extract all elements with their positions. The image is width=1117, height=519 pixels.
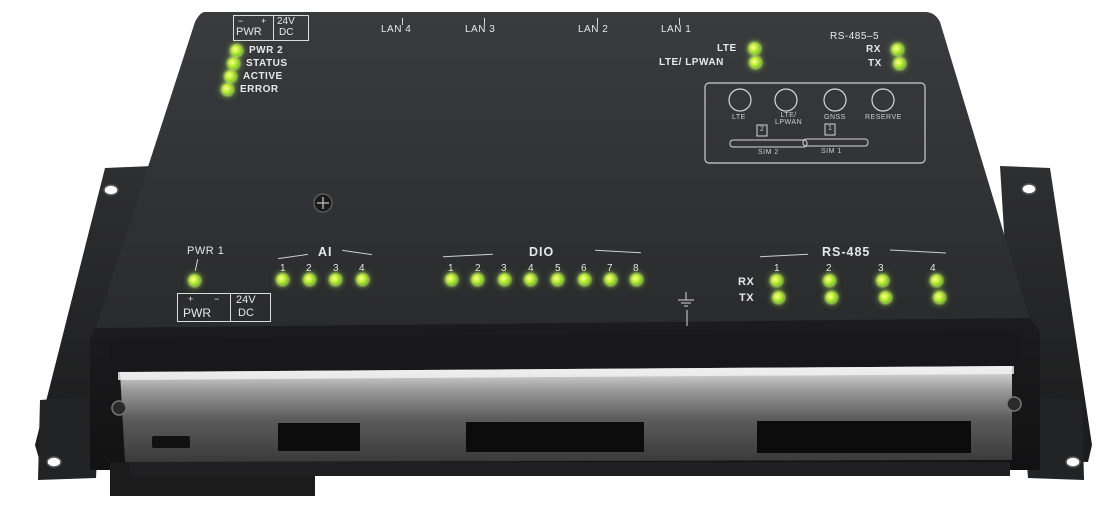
pwr1-label: PWR 1 bbox=[187, 245, 225, 257]
pwr1-dc: DC bbox=[238, 307, 254, 319]
ai-ch2-label: 2 bbox=[306, 263, 313, 274]
dio-title: DIO bbox=[529, 245, 555, 259]
rs485-5-tx-label: TX bbox=[868, 58, 882, 69]
label-pwr2: PWR 2 bbox=[249, 45, 284, 56]
led-lte bbox=[749, 43, 760, 54]
rs485-5-title: RS-485–5 bbox=[830, 31, 880, 42]
rs485-rx-label: RX bbox=[738, 276, 755, 288]
led-rs485-5-rx bbox=[892, 44, 903, 55]
label-status: STATUS bbox=[246, 58, 288, 69]
device-illustration bbox=[35, 12, 1092, 496]
led-dio-8 bbox=[631, 274, 642, 285]
led-rs485-1-rx bbox=[771, 275, 782, 286]
led-rs485-5-tx bbox=[894, 58, 905, 69]
pwr1-divider bbox=[230, 294, 231, 321]
dio-ch5-label: 5 bbox=[555, 263, 562, 274]
mount-hole-icon bbox=[1021, 183, 1037, 195]
led-pwr2 bbox=[231, 45, 242, 56]
ai-ch4-label: 4 bbox=[359, 263, 366, 274]
led-rs485-4-rx bbox=[931, 275, 942, 286]
rs485-title: RS-485 bbox=[822, 245, 871, 259]
dio-ch4-label: 4 bbox=[528, 263, 535, 274]
led-ai-3 bbox=[330, 274, 341, 285]
rs485-ch1-label: 1 bbox=[774, 263, 781, 274]
pwr2-terminal-label: − + PWR 24V DC bbox=[233, 15, 309, 41]
pwr2-volt: 24V bbox=[277, 16, 295, 27]
screw-icon bbox=[111, 400, 127, 416]
led-error bbox=[222, 84, 233, 95]
led-rs485-3-rx bbox=[877, 275, 888, 286]
port-cutout-1 bbox=[278, 423, 360, 451]
pwr2-plus: + bbox=[261, 16, 267, 26]
port-cutout-2 bbox=[466, 422, 644, 452]
label-lte-lpwan: LTE/ LPWAN bbox=[659, 57, 724, 68]
pwr2-divider bbox=[273, 16, 274, 40]
label-error: ERROR bbox=[240, 84, 279, 95]
pwr1-terminal-label: + − PWR 24V DC bbox=[177, 293, 271, 322]
rs485-5-rx-label: RX bbox=[866, 44, 881, 55]
led-rs485-2-rx bbox=[824, 275, 835, 286]
lan3-label: LAN 3 bbox=[465, 24, 496, 35]
dio-ch3-label: 3 bbox=[501, 263, 508, 274]
lan4-label: LAN 4 bbox=[381, 24, 412, 35]
label-active: ACTIVE bbox=[243, 71, 283, 82]
ai-title: AI bbox=[318, 245, 333, 259]
led-dio-3 bbox=[499, 274, 510, 285]
mount-hole-icon bbox=[46, 456, 62, 468]
led-dio-4 bbox=[525, 274, 536, 285]
dio-ch8-label: 8 bbox=[633, 263, 640, 274]
led-rs485-1-tx bbox=[773, 292, 784, 303]
sim1-number: 1 bbox=[828, 125, 833, 132]
antenna-label-lte: LTE bbox=[732, 114, 746, 121]
pwr2-minus: − bbox=[238, 16, 244, 26]
led-pwr1 bbox=[189, 275, 200, 286]
antenna-label-reserve: RESERVE bbox=[865, 114, 902, 121]
pwr1-volt: 24V bbox=[236, 294, 256, 306]
led-lte-lpwan bbox=[750, 57, 761, 68]
lan2-label: LAN 2 bbox=[578, 24, 609, 35]
rs485-ch4-label: 4 bbox=[930, 263, 937, 274]
led-ai-2 bbox=[304, 274, 315, 285]
label-lte: LTE bbox=[717, 43, 737, 54]
ai-ch3-label: 3 bbox=[333, 263, 340, 274]
usb-port bbox=[152, 436, 190, 448]
led-dio-6 bbox=[579, 274, 590, 285]
sim2-label: SIM 2 bbox=[758, 149, 779, 156]
screw-icon bbox=[1006, 396, 1022, 412]
led-active bbox=[225, 71, 236, 82]
port-cutout-3 bbox=[757, 421, 971, 453]
dio-ch6-label: 6 bbox=[581, 263, 588, 274]
led-ai-1 bbox=[277, 274, 288, 285]
sim1-label: SIM 1 bbox=[821, 148, 842, 155]
dio-ch2-label: 2 bbox=[475, 263, 482, 274]
mount-hole-icon bbox=[103, 184, 119, 196]
mount-hole-icon bbox=[1065, 456, 1081, 468]
led-dio-2 bbox=[472, 274, 483, 285]
rs485-ch2-label: 2 bbox=[826, 263, 833, 274]
led-rs485-2-tx bbox=[826, 292, 837, 303]
led-rs485-4-tx bbox=[934, 292, 945, 303]
rs485-tx-label: TX bbox=[739, 292, 755, 304]
lan1-label: LAN 1 bbox=[661, 24, 692, 35]
led-dio-1 bbox=[446, 274, 457, 285]
antenna-label-lpwan: LTE/ LPWAN bbox=[775, 112, 803, 126]
pwr1-pwr: PWR bbox=[183, 306, 211, 320]
sim2-number: 2 bbox=[760, 126, 765, 133]
dio-ch1-label: 1 bbox=[448, 263, 455, 274]
led-status bbox=[228, 58, 239, 69]
led-dio-5 bbox=[552, 274, 563, 285]
led-dio-7 bbox=[605, 274, 616, 285]
rs485-ch3-label: 3 bbox=[878, 263, 885, 274]
pwr1-plus: + bbox=[188, 294, 194, 304]
ai-ch1-label: 1 bbox=[280, 263, 287, 274]
led-ai-4 bbox=[357, 274, 368, 285]
pwr1-minus: − bbox=[214, 294, 220, 304]
dio-ch7-label: 7 bbox=[607, 263, 614, 274]
led-rs485-3-tx bbox=[880, 292, 891, 303]
pwr2-pwr: PWR bbox=[236, 26, 262, 38]
pwr2-dc: DC bbox=[279, 27, 294, 38]
antenna-label-gnss: GNSS bbox=[824, 114, 846, 121]
